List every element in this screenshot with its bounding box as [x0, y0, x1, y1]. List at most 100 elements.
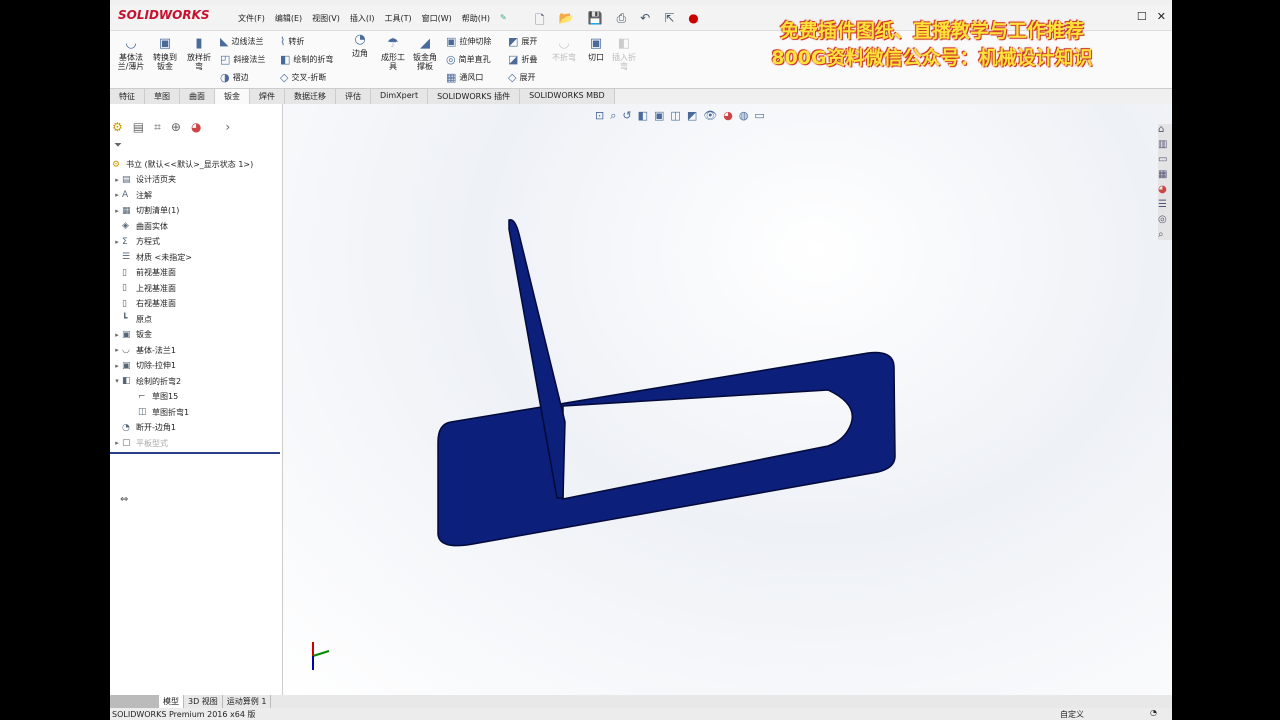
tree-item[interactable]: ▯ 前视基准面 [112, 265, 280, 281]
tree-item[interactable]: ▸ Σ 方程式 [112, 234, 280, 250]
menu-view[interactable]: 视图(V) [312, 13, 340, 24]
menu-insert[interactable]: 插入(I) [350, 13, 375, 24]
tab-mbd[interactable]: SOLIDWORKS MBD [520, 89, 615, 104]
base-flange-button[interactable]: ◡ 基体法兰/薄片 [116, 37, 146, 71]
configuration-manager-tab-icon[interactable]: ⌗ [154, 120, 161, 135]
vent-button[interactable]: ▦ 通风口 [446, 71, 483, 84]
miter-flange-button[interactable]: ◰ 斜接法兰 [220, 53, 265, 66]
tab-3d-views[interactable]: 3D 视图 [184, 695, 223, 708]
expand-arrow-icon[interactable]: ▸ [112, 207, 122, 215]
extruded-cut-button[interactable]: ▣ 拉伸切除 [446, 35, 491, 48]
feature-manager-panel: ⚙ ▤ ⌗ ⊕ ◕ › ⏷ ⚙ 书立 (默认<<默认>_显示状态 1>) ▸ ▤ 设计… [110, 104, 283, 695]
menu-tools[interactable]: 工具(T) [384, 13, 411, 24]
flatten-button[interactable]: ◇ 展开 [508, 71, 535, 84]
tab-addins[interactable]: SOLIDWORKS 插件 [428, 89, 521, 104]
tree-item[interactable]: ▸ ▦ 切割清单(1) [112, 203, 280, 219]
save-icon[interactable]: 💾 [588, 11, 603, 32]
tree-item[interactable]: ▸ ▣ 钣金 [112, 327, 280, 343]
graphics-area[interactable]: ⊡ ⌕ ↺ ◧ ▣ ◫ ◩ 👁 ◕ ◍ ▭ ⌂ ▥ ▭ ▦ ◕ ☰ ◎ ⌕ [283, 104, 1172, 695]
tab-surfaces[interactable]: 曲面 [180, 89, 215, 104]
new-file-icon[interactable]: 🗋 [535, 11, 545, 32]
design-library-icon[interactable]: ▥ [1158, 139, 1172, 150]
expand-arrow-icon[interactable]: ▸ [112, 331, 122, 339]
tree-root[interactable]: ⚙ 书立 (默认<<默认>_显示状态 1>) [112, 157, 253, 173]
undo-icon[interactable]: ↶ [640, 11, 650, 32]
expand-arrow-icon[interactable]: ▸ [112, 439, 122, 447]
expand-arrow-icon[interactable]: ▸ [112, 362, 122, 370]
tree-item[interactable]: ▸ ▣ 切除-拉伸1 [112, 358, 280, 374]
tree-item[interactable]: ▸ ▤ 设计活页夹 [112, 172, 280, 188]
tree-item[interactable]: ◈ 曲面实体 [112, 219, 280, 235]
tree-item[interactable]: ┗ 原点 [112, 312, 280, 328]
menu-file[interactable]: 文件(F) [238, 13, 265, 24]
appearances-icon[interactable]: ◕ [1158, 184, 1172, 195]
tab-model[interactable]: 模型 [159, 695, 184, 708]
expand-arrow-icon[interactable]: ▾ [112, 377, 122, 385]
tab-dimxpert[interactable]: DimXpert [371, 89, 429, 104]
convert-to-sheet-metal-button[interactable]: ▣ 转换到钣金 [150, 37, 180, 71]
open-file-icon[interactable]: 📂 [559, 11, 574, 32]
close-icon[interactable]: ✕ [1157, 10, 1166, 23]
tree-item[interactable]: ▾ ◧ 绘制的折弯2 [112, 374, 280, 390]
tab-sketch[interactable]: 草图 [145, 89, 180, 104]
tab-sheet-metal[interactable]: 钣金 [215, 89, 250, 104]
rebuild-icon[interactable]: ● [688, 11, 698, 32]
no-bends-button[interactable]: ◡ 不折弯 [550, 37, 578, 62]
pin-icon[interactable]: ✎ [500, 13, 507, 24]
sheet-metal-gusset-button[interactable]: ◢ 钣金角撑板 [410, 37, 440, 71]
tree-item[interactable]: ⌐ 草图15 [112, 389, 280, 405]
hem-button[interactable]: ◑ 褶边 [220, 71, 249, 84]
tree-item[interactable]: ▸ A 注解 [112, 188, 280, 204]
home-icon[interactable]: ⌂ [1158, 124, 1172, 135]
tab-data-migration[interactable]: 数据迁移 [285, 89, 336, 104]
filter-icon[interactable]: ⏷ [114, 140, 122, 151]
help-icon[interactable]: ◔ [1150, 708, 1157, 717]
tree-item[interactable]: ▯ 右视基准面 [112, 296, 280, 312]
print-icon[interactable]: ⎙ [617, 11, 627, 32]
tree-item[interactable]: ▸ ▢ 平板型式 [112, 436, 280, 452]
solidworks-forum-icon[interactable]: ◎ [1158, 214, 1172, 225]
tab-motion-study[interactable]: 运动算例 1 [223, 695, 272, 708]
expand-arrow-icon[interactable]: ▸ [112, 238, 122, 246]
expand-arrow-icon[interactable]: ▸ [112, 346, 122, 354]
tab-scroll[interactable] [110, 695, 159, 708]
jog-button[interactable]: ⌇ 转折 [280, 35, 304, 48]
tree-item[interactable]: ▸ ◡ 基体-法兰1 [112, 343, 280, 359]
rollback-bar[interactable] [110, 452, 280, 454]
tree-item[interactable]: ▯ 上视基准面 [112, 281, 280, 297]
dimxpert-manager-tab-icon[interactable]: ⊕ [171, 120, 181, 135]
fold-button[interactable]: ◪ 折叠 [508, 53, 537, 66]
tab-weldments[interactable]: 焊件 [250, 89, 285, 104]
forming-tool-button[interactable]: ☂ 成形工具 [378, 37, 408, 71]
tree-item[interactable]: ◫ 草图折弯1 [112, 405, 280, 421]
units-selector[interactable]: 自定义 [1060, 709, 1084, 720]
menu-window[interactable]: 窗口(W) [422, 13, 452, 24]
tab-features[interactable]: 特征 [110, 89, 145, 104]
sketched-bend-button[interactable]: ◧ 绘制的折弯 [280, 53, 333, 66]
edge-flange-button[interactable]: ◣ 边线法兰 [220, 35, 263, 48]
insert-bends-button[interactable]: ◧ 插入折弯 [610, 37, 638, 71]
unfold-button[interactable]: ◩ 展开 [508, 35, 537, 48]
search-pane-icon[interactable]: ⌕ [1158, 229, 1172, 240]
menu-edit[interactable]: 编辑(E) [275, 13, 302, 24]
rip-button[interactable]: ▣ 切口 [584, 37, 608, 62]
expand-panel-icon[interactable]: › [225, 120, 230, 135]
menu-help[interactable]: 帮助(H) [462, 13, 490, 24]
tree-item[interactable]: ☰ 材质 <未指定> [112, 250, 280, 266]
view-palette-icon[interactable]: ▦ [1158, 169, 1172, 180]
file-explorer-icon[interactable]: ▭ [1158, 154, 1172, 165]
expand-arrow-icon[interactable]: ▸ [112, 176, 122, 184]
select-icon[interactable]: ⇱ [664, 11, 674, 32]
tab-evaluate[interactable]: 评估 [336, 89, 371, 104]
feature-manager-tab-icon[interactable]: ⚙ [112, 120, 123, 135]
expand-arrow-icon[interactable]: ▸ [112, 191, 122, 199]
tree-item[interactable]: ◔ 断开-边角1 [112, 420, 280, 436]
custom-properties-icon[interactable]: ☰ [1158, 199, 1172, 210]
lofted-bend-button[interactable]: ▮ 放样折弯 [184, 37, 214, 71]
property-manager-tab-icon[interactable]: ▤ [133, 120, 144, 135]
cross-break-button[interactable]: ◇ 交叉-折断 [280, 71, 326, 84]
display-manager-tab-icon[interactable]: ◕ [191, 120, 201, 135]
simple-hole-button[interactable]: ◎ 简单直孔 [446, 53, 491, 66]
corners-button[interactable]: ◔ 边角 [348, 33, 372, 58]
tree-item-label: 方程式 [136, 237, 160, 247]
